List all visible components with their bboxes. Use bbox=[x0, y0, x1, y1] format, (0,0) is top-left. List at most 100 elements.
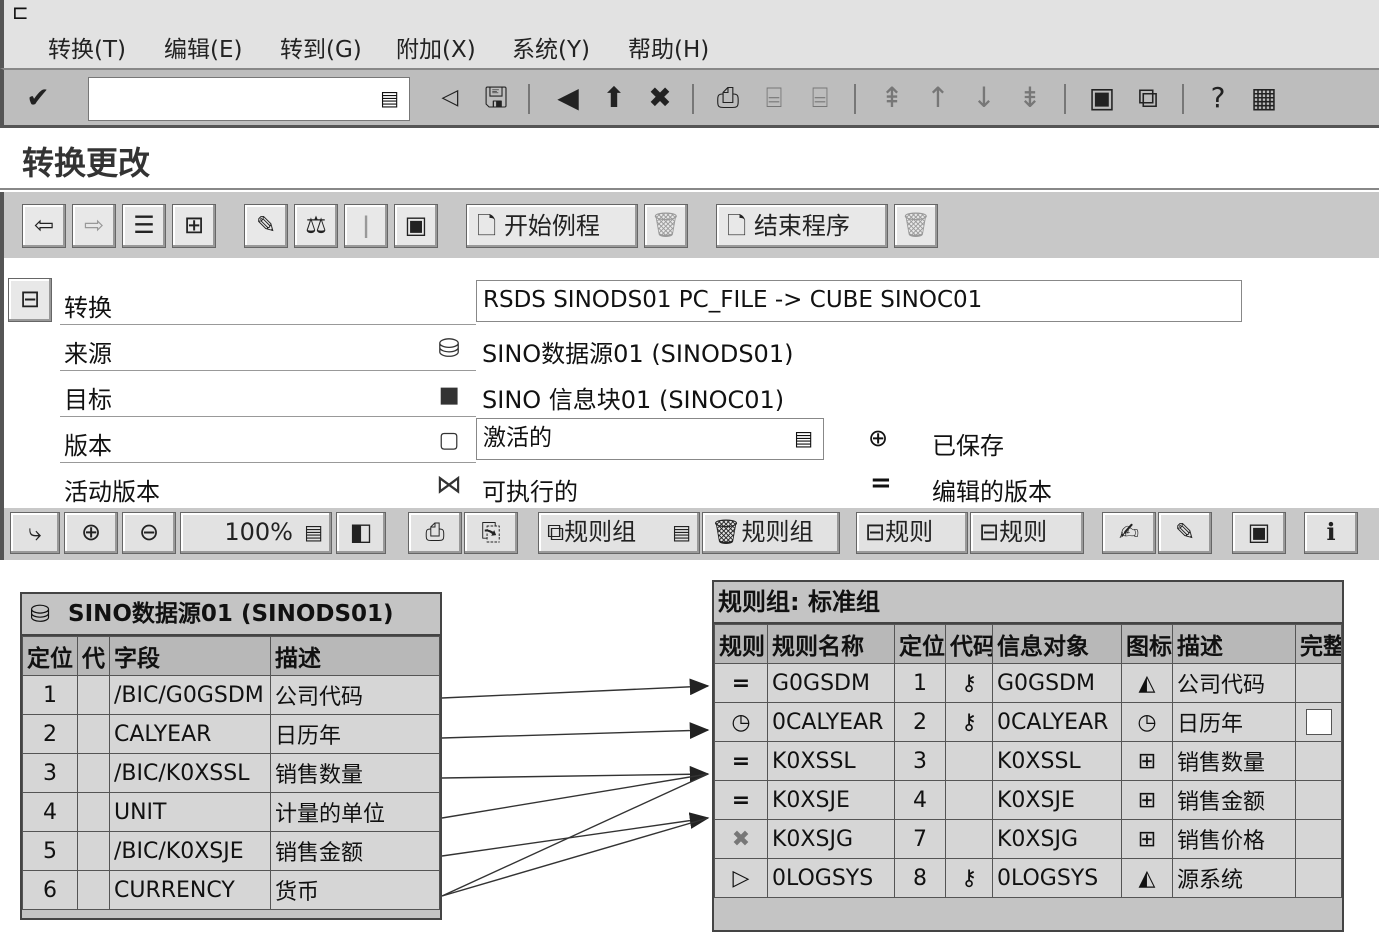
rule-equals-icon[interactable]: = bbox=[714, 663, 768, 703]
table-row[interactable]: 4 UNIT 计量的单位 bbox=[22, 792, 440, 832]
zoom-out-button[interactable]: ⊖ bbox=[122, 512, 176, 554]
layout-icon[interactable]: ▦ bbox=[1246, 80, 1282, 116]
col-header-description[interactable]: 描述 bbox=[1172, 624, 1296, 664]
layout-button[interactable]: ⤷ bbox=[10, 512, 60, 554]
table-row[interactable]: ◷ 0CALYEAR 2 ⚷ 0CALYEAR ◷ 日历年 bbox=[714, 702, 1342, 742]
back-arrow-button[interactable]: ⇦ bbox=[22, 204, 66, 248]
rule-equals-icon[interactable]: = bbox=[714, 741, 768, 781]
table-row[interactable]: ✖ K0XSJG 7 K0XSJG ⊞ 销售价格 bbox=[714, 819, 1342, 859]
col-header-complete[interactable]: 完整 bbox=[1295, 624, 1342, 664]
col-header-code[interactable]: 代 bbox=[77, 636, 110, 676]
col-header-description[interactable]: 描述 bbox=[270, 636, 440, 676]
print-icon[interactable]: ⎙ bbox=[710, 80, 746, 116]
exit-icon[interactable]: ⬆ bbox=[596, 80, 632, 116]
key-figure-icon: ⊞ bbox=[1121, 819, 1173, 859]
rule-group-button[interactable]: ⧉规则组 ▤ bbox=[538, 512, 700, 554]
table-row[interactable]: 1 /BIC/G0GSDM 公司代码 bbox=[22, 675, 440, 715]
menu-extras[interactable]: 附加(X) bbox=[396, 30, 476, 64]
col-header-field[interactable]: 字段 bbox=[109, 636, 271, 676]
col-header-code[interactable]: 代码 bbox=[945, 624, 993, 664]
col-header-icon[interactable]: 图标 bbox=[1121, 624, 1173, 664]
other-object-button[interactable]: ▣ bbox=[394, 204, 438, 248]
col-header-position[interactable]: 定位 bbox=[894, 624, 946, 664]
new-session-icon[interactable]: ▣ bbox=[1084, 80, 1120, 116]
display-button[interactable]: ☰ bbox=[122, 204, 166, 248]
print-graphic-button[interactable]: ⎙ bbox=[408, 512, 462, 554]
rule-constant-icon[interactable]: ▷ bbox=[714, 858, 768, 898]
zoom-select[interactable]: 100% ▤ bbox=[180, 512, 332, 554]
info-button[interactable]: ℹ bbox=[1304, 512, 1358, 554]
export-icon: ⎘ bbox=[481, 518, 501, 546]
shortcut-icon[interactable]: ⧉ bbox=[1130, 80, 1166, 116]
datasource-icon: ⛁ bbox=[438, 334, 460, 364]
dropdown-icon[interactable]: ▤ bbox=[380, 86, 399, 110]
back-icon[interactable]: ◀ bbox=[550, 80, 586, 116]
enter-icon[interactable]: ✔ bbox=[20, 80, 56, 116]
menu-help[interactable]: 帮助(H) bbox=[628, 30, 709, 64]
col-header-position[interactable]: 定位 bbox=[22, 636, 78, 676]
transformation-field[interactable]: RSDS SINODS01 PC_FILE -> CUBE SINOC01 bbox=[476, 280, 1242, 322]
dropdown-icon[interactable]: ▤ bbox=[794, 419, 813, 457]
complete-checkbox[interactable] bbox=[1305, 709, 1332, 735]
table-row[interactable]: 2 CALYEAR 日历年 bbox=[22, 714, 440, 754]
infocube-icon: ◼ bbox=[438, 380, 460, 410]
table-row[interactable]: 5 /BIC/K0XSJE 销售金额 bbox=[22, 831, 440, 871]
hierarchy-button[interactable]: ⊞ bbox=[172, 204, 216, 248]
table-row[interactable]: = G0GSDM 1 ⚷ G0GSDM ◭ 公司代码 bbox=[714, 663, 1342, 703]
delete-rule-button[interactable]: ⊟规则 bbox=[970, 512, 1084, 554]
source-table-window[interactable]: ⛁ SINO数据源01 (SINODS01) 定位 代 字段 描述 1 /BIC… bbox=[20, 592, 442, 920]
rule-equals-icon[interactable]: = bbox=[714, 780, 768, 820]
menu-transformation[interactable]: 转换(T) bbox=[48, 30, 126, 64]
command-field[interactable]: ▤ bbox=[88, 77, 410, 121]
rule-no-update-icon[interactable]: ✖ bbox=[714, 819, 768, 859]
edit-button[interactable]: ✎ bbox=[244, 204, 288, 248]
cancel-icon[interactable]: ✖ bbox=[642, 80, 678, 116]
edit-rules-button[interactable]: ✍ bbox=[1102, 512, 1156, 554]
link-line bbox=[441, 773, 709, 819]
window-menu-icon[interactable]: ⊏ bbox=[12, 2, 42, 26]
start-routine-button[interactable]: 🗋 开始例程 bbox=[466, 204, 638, 248]
back-arrow-icon[interactable]: ◁ bbox=[432, 80, 468, 116]
overview-button[interactable]: ◧ bbox=[336, 512, 386, 554]
menu-goto[interactable]: 转到(G) bbox=[280, 30, 362, 64]
export-button[interactable]: ⎘ bbox=[464, 512, 518, 554]
delete-rule-group-button[interactable]: 🗑规则组 bbox=[702, 512, 840, 554]
zoom-in-button[interactable]: ⊕ bbox=[64, 512, 118, 554]
col-header-rule-name[interactable]: 规则名称 bbox=[767, 624, 895, 664]
table-row[interactable]: 3 /BIC/K0XSSL 销售数量 bbox=[22, 753, 440, 793]
check-rules-button[interactable]: ✎ bbox=[1158, 512, 1212, 554]
list-icon: ☰ bbox=[133, 211, 155, 239]
menu-edit[interactable]: 编辑(E) bbox=[164, 30, 242, 64]
create-rule-button[interactable]: ⊟规则 bbox=[856, 512, 968, 554]
cell-rule-name: K0XSJE bbox=[767, 780, 895, 820]
col-header-infoobject[interactable]: 信息对象 bbox=[992, 624, 1122, 664]
menu-system[interactable]: 系统(Y) bbox=[512, 30, 590, 64]
cell-description: 计量的单位 bbox=[270, 792, 440, 832]
version-field[interactable]: 激活的 ▤ bbox=[476, 418, 824, 460]
rule-label-1: 规则 bbox=[885, 518, 934, 546]
table-row[interactable]: = K0XSJE 4 K0XSJE ⊞ 销售金额 bbox=[714, 780, 1342, 820]
help-icon[interactable]: ? bbox=[1200, 80, 1236, 116]
collapse-header-button[interactable]: ⊟ bbox=[8, 278, 52, 322]
system-toolbar: ✔ ▤ ◁ 🖫 ◀ ⬆ ✖ ⎙ ⌸ ⌸ ⇞ ↑ ↓ ⇟ ▣ ⧉ ? ▦ bbox=[0, 68, 1379, 128]
key-icon: ⚷ bbox=[945, 858, 993, 898]
zoom-out-icon: ⊖ bbox=[138, 518, 160, 546]
navigate-button[interactable]: ▣ bbox=[1232, 512, 1286, 554]
table-row[interactable]: 6 CURRENCY 货币 bbox=[22, 870, 440, 910]
check-button[interactable]: ⚖ bbox=[294, 204, 338, 248]
rule-group-window[interactable]: 规则组: 标准组 规则 规则名称 定位 代码 信息对象 图标 描述 完整 = G… bbox=[712, 580, 1344, 932]
table-row[interactable]: = K0XSSL 3 K0XSSL ⊞ 销售数量 bbox=[714, 741, 1342, 781]
col-header-rule[interactable]: 规则 bbox=[714, 624, 768, 664]
rule-group-label: 规则组 bbox=[564, 518, 637, 546]
table-row[interactable]: ▷ 0LOGSYS 8 ⚷ 0LOGSYS ◭ 源系统 bbox=[714, 858, 1342, 898]
end-routine-button[interactable]: 🗋 结束程序 bbox=[716, 204, 888, 248]
rule-group-table: 规则 规则名称 定位 代码 信息对象 图标 描述 完整 = G0GSDM 1 ⚷… bbox=[714, 624, 1342, 898]
rule-clock-icon[interactable]: ◷ bbox=[714, 702, 768, 742]
overview-icon: ◧ bbox=[349, 518, 373, 546]
cell-infoobject: K0XSJE bbox=[992, 780, 1122, 820]
dropdown-icon[interactable]: ▤ bbox=[304, 513, 323, 551]
zoom-in-icon: ⊕ bbox=[80, 518, 102, 546]
save-icon[interactable]: 🖫 bbox=[478, 80, 514, 116]
page-title: 转换更改 bbox=[22, 144, 151, 182]
dropdown-icon[interactable]: ▤ bbox=[672, 513, 691, 551]
